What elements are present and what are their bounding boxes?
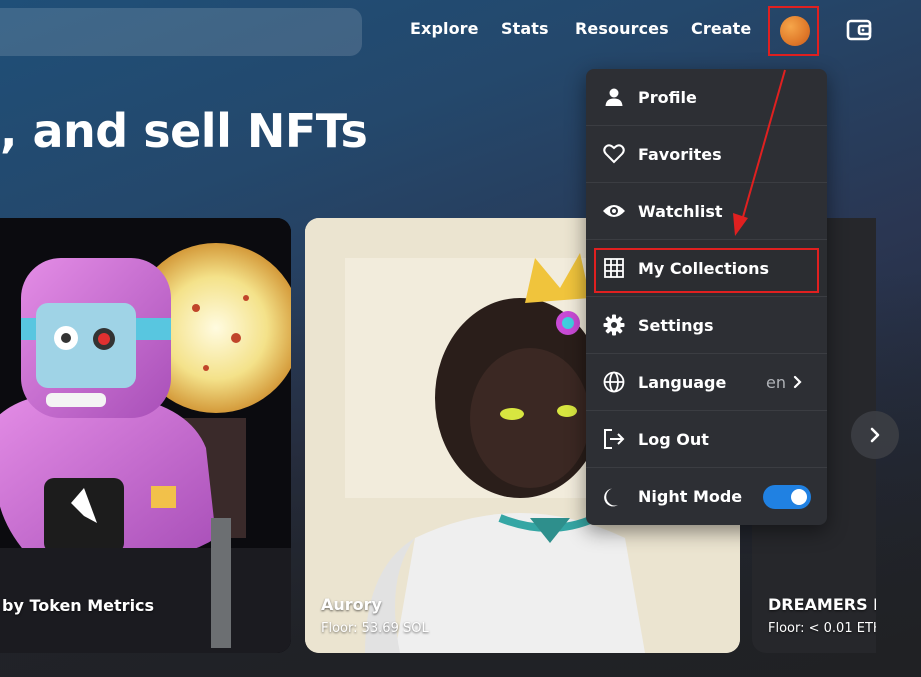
nav-create[interactable]: Create xyxy=(691,19,751,41)
menu-item-night-mode: Night Mode xyxy=(586,468,827,525)
menu-item-watchlist[interactable]: Watchlist xyxy=(586,183,827,240)
toggle-knob xyxy=(791,489,807,505)
eye-icon xyxy=(602,199,626,223)
wallet-icon[interactable] xyxy=(845,16,873,44)
nav-stats[interactable]: Stats xyxy=(501,19,549,41)
globe-icon xyxy=(602,370,626,394)
menu-item-label: Log Out xyxy=(638,429,709,449)
chevron-right-icon xyxy=(870,427,880,443)
nav-explore[interactable]: Explore xyxy=(410,19,479,41)
gear-icon xyxy=(602,313,626,337)
menu-item-label: Settings xyxy=(638,315,714,335)
menu-item-favorites[interactable]: Favorites xyxy=(586,126,827,183)
robot-artwork xyxy=(0,218,291,653)
menu-item-log-out[interactable]: Log Out xyxy=(586,411,827,468)
avatar-highlight-box xyxy=(768,6,819,56)
menu-item-label: Favorites xyxy=(638,144,722,164)
card-title: y by Token Metrics xyxy=(0,596,155,615)
avatar[interactable] xyxy=(780,16,810,46)
my-collections-highlight-box xyxy=(594,248,819,293)
menu-item-language[interactable]: Language en xyxy=(586,354,827,411)
logout-icon xyxy=(602,427,626,451)
menu-item-label: Profile xyxy=(638,87,697,107)
carousel-next-button[interactable] xyxy=(851,411,899,459)
person-icon xyxy=(602,85,626,109)
heart-icon xyxy=(602,142,626,166)
card-title: Aurory xyxy=(321,595,382,614)
menu-item-settings[interactable]: Settings xyxy=(586,297,827,354)
card-floor-price: Floor: < 0.01 ETH xyxy=(768,621,876,636)
card-title: DREAMERS ED xyxy=(768,595,876,614)
menu-item-label: Watchlist xyxy=(638,201,723,221)
chevron-right-icon xyxy=(793,374,803,393)
collection-card[interactable]: y by Token Metrics xyxy=(0,218,291,653)
moon-icon xyxy=(602,485,626,509)
night-mode-toggle[interactable] xyxy=(763,485,811,509)
search-bar[interactable] xyxy=(0,8,362,56)
page-headline: , and sell NFTs xyxy=(0,104,368,158)
card-floor-price: Floor: 53.69 SOL xyxy=(321,621,429,636)
language-value: en xyxy=(766,372,786,392)
menu-item-label: Language xyxy=(638,372,727,392)
nav-resources[interactable]: Resources xyxy=(575,19,669,41)
profile-dropdown-menu: Profile Favorites Watchlist My Collectio… xyxy=(586,69,827,525)
menu-item-label: Night Mode xyxy=(638,487,743,506)
menu-item-profile[interactable]: Profile xyxy=(586,69,827,126)
